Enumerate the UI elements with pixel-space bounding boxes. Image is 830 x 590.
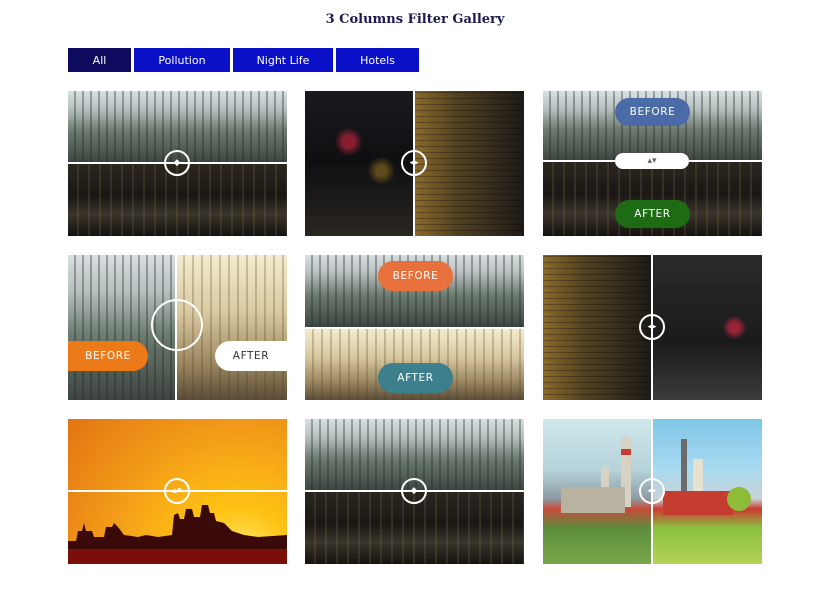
gallery-item-3[interactable]: ▴▾ BEFORE AFTER [543, 91, 762, 236]
comparison-divider[interactable] [305, 327, 524, 329]
filter-night-life-button[interactable]: Night Life [233, 48, 333, 72]
comparison-handle-icon[interactable]: ◂▸ [639, 478, 665, 504]
after-image [414, 91, 524, 236]
comparison-handle-icon[interactable]: ▴▾ [164, 478, 190, 504]
after-label: AFTER [378, 363, 453, 393]
gallery-item-5[interactable]: BEFORE AFTER [305, 255, 524, 400]
after-label: AFTER [615, 200, 690, 228]
after-image [652, 255, 762, 400]
gallery-item-6[interactable]: ◂▸ [543, 255, 762, 400]
before-label: BEFORE [615, 98, 690, 126]
comparison-handle-icon[interactable]: ◆ [164, 150, 190, 176]
before-label: BEFORE [378, 261, 453, 291]
gallery-item-8[interactable]: ◆ [305, 419, 524, 564]
filter-pollution-button[interactable]: Pollution [134, 48, 230, 72]
gallery-item-9[interactable]: ◂▸ [543, 419, 762, 564]
before-image [305, 91, 414, 236]
comparison-handle-icon[interactable] [151, 299, 203, 351]
gallery-item-1[interactable]: ◆ [68, 91, 287, 236]
before-label: BEFORE [68, 341, 148, 371]
after-label: AFTER [215, 341, 287, 371]
filter-all-button[interactable]: All [68, 48, 131, 72]
gallery-item-7[interactable]: ▴▾ [68, 419, 287, 564]
comparison-handle-icon[interactable]: ◂▸ [639, 314, 665, 340]
gallery-item-4[interactable]: BEFORE AFTER [68, 255, 287, 400]
gallery-item-2[interactable]: ◂▸ [305, 91, 524, 236]
comparison-handle-icon[interactable]: ◂▸ [401, 150, 427, 176]
comparison-handle-icon[interactable]: ▴▾ [615, 153, 689, 169]
page-title: 3 Columns Filter Gallery [325, 12, 505, 27]
filter-bar: All Pollution Night Life Hotels [68, 48, 419, 72]
filter-hotels-button[interactable]: Hotels [336, 48, 419, 72]
before-image [543, 255, 652, 400]
comparison-handle-icon[interactable]: ◆ [401, 478, 427, 504]
